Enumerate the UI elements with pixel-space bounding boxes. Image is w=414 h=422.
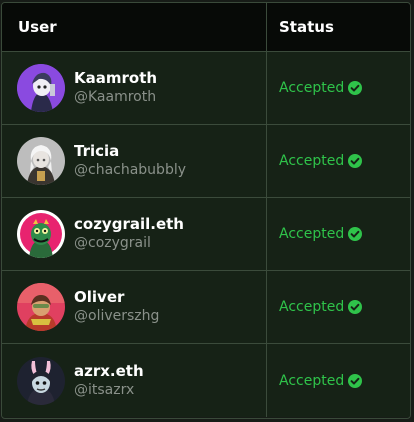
avatar[interactable] xyxy=(17,210,65,258)
user-display-name[interactable]: Kaamroth xyxy=(74,69,157,88)
check-circle-icon xyxy=(348,227,363,241)
avatar[interactable] xyxy=(17,356,65,405)
table-header: User Status xyxy=(2,3,410,52)
user-handle: @itsazrx xyxy=(74,381,135,398)
user-display-name[interactable]: azrx.eth xyxy=(74,362,144,381)
status-badge: Accepted xyxy=(279,153,345,169)
status-badge: Accepted xyxy=(279,80,345,96)
user-cell: Oliver @oliverszhg xyxy=(2,271,267,343)
avatar[interactable] xyxy=(17,137,65,185)
user-cell: Tricia @chachabubbly xyxy=(2,125,267,197)
status-badge: Accepted xyxy=(279,299,345,315)
user-column-header: User xyxy=(2,3,267,51)
user-cell: Kaamroth @Kaamroth xyxy=(2,52,267,124)
user-display-name[interactable]: cozygrail.eth xyxy=(74,215,184,234)
user-cell: cozygrail.eth @cozygrail xyxy=(2,198,267,270)
user-cell: azrx.eth @itsazrx xyxy=(2,344,267,417)
table-row[interactable]: Oliver @oliverszhg Accepted xyxy=(2,271,410,344)
check-circle-icon xyxy=(348,81,363,95)
user-handle: @Kaamroth xyxy=(74,89,157,105)
check-circle-icon xyxy=(348,300,363,314)
user-handle: @cozygrail xyxy=(74,235,151,251)
avatar[interactable] xyxy=(17,64,65,112)
members-table: User Status Kaamroth @Kaamroth Accepted … xyxy=(1,2,411,419)
user-display-name[interactable]: Oliver xyxy=(74,288,159,307)
status-cell: Accepted xyxy=(267,52,410,124)
status-column-header: Status xyxy=(279,18,334,36)
status-cell: Accepted xyxy=(267,125,410,197)
table-row[interactable]: azrx.eth @itsazrx Accepted xyxy=(2,344,410,417)
user-handle: @oliverszhg xyxy=(74,308,160,324)
status-badge: Accepted xyxy=(279,226,345,242)
table-row[interactable]: cozygrail.eth @cozygrail Accepted xyxy=(2,198,410,271)
user-handle: @chachabubbly xyxy=(74,162,187,178)
status-cell: Accepted xyxy=(267,344,410,417)
table-row[interactable]: Tricia @chachabubbly Accepted xyxy=(2,125,410,198)
status-cell: Accepted xyxy=(267,271,410,343)
check-circle-icon xyxy=(348,373,363,388)
status-badge: Accepted xyxy=(279,372,345,389)
avatar[interactable] xyxy=(17,283,65,331)
table-row[interactable]: Kaamroth @Kaamroth Accepted xyxy=(2,52,410,125)
user-display-name[interactable]: Tricia xyxy=(74,142,186,161)
check-circle-icon xyxy=(348,154,363,168)
status-cell: Accepted xyxy=(267,198,410,270)
